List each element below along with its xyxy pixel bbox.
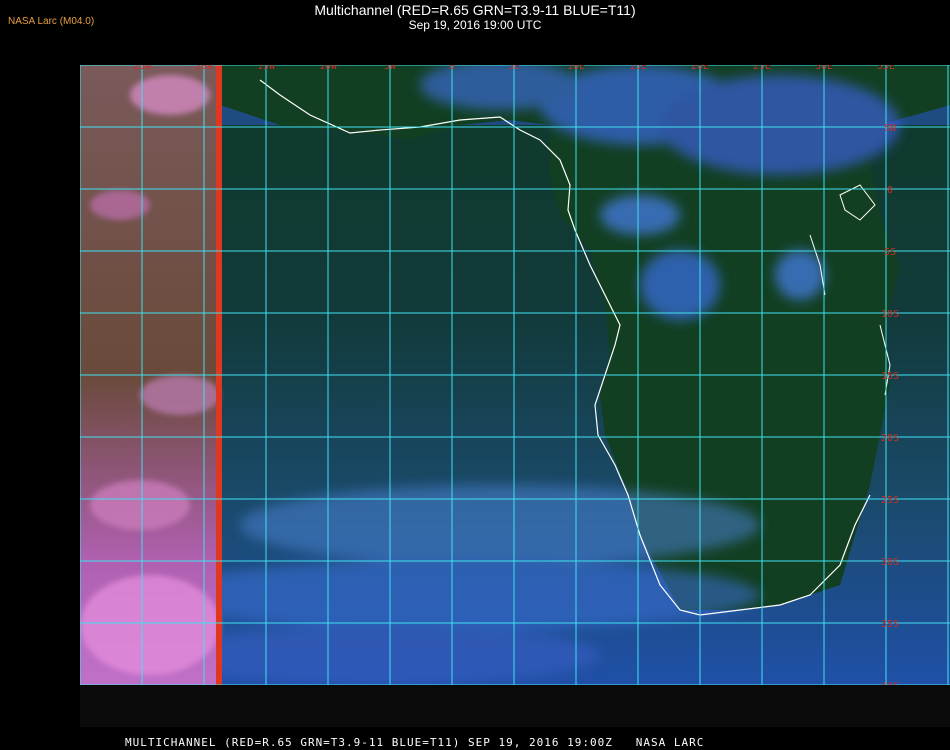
latitude-label: 5S [884, 247, 896, 258]
image-title: Multichannel (RED=R.65 GRN=T3.9-11 BLUE=… [314, 2, 636, 18]
longitude-label: 0 [449, 65, 455, 72]
longitude-label: 30E [815, 65, 833, 72]
latitude-label: 0 [887, 185, 893, 196]
longitude-label: 10E [567, 65, 585, 72]
longitude-label: 5E [508, 65, 520, 72]
longitude-label: 10W [319, 65, 338, 72]
latitude-label: 10S [881, 309, 899, 320]
longitude-label: 20E [691, 65, 709, 72]
longitude-label: 20W [195, 65, 214, 72]
longitude-label: 15W [257, 65, 276, 72]
latitude-label: 35S [881, 619, 899, 630]
latitude-label: 20S [881, 433, 899, 444]
longitude-label: 15E [629, 65, 647, 72]
longitude-label: 25W [133, 65, 152, 72]
footer-caption: MULTICHANNEL (RED=R.65 GRN=T3.9-11 BLUE=… [125, 736, 705, 749]
satellite-map: 25W 20W 15W 10W 5W 0 5E 10E 15E 20E 25E 30E 35E 5N 0 5… [80, 65, 950, 685]
longitude-label: 35E [877, 65, 895, 72]
bottom-blank-area [80, 685, 950, 727]
satellite-image: 25W 20W 15W 10W 5W 0 5E 10E 15E 20E 25E 30E 35E 5N 0 5… [80, 65, 950, 685]
image-timestamp: Sep 19, 2016 19:00 UTC [408, 18, 542, 32]
latitude-label: 30S [881, 557, 899, 568]
longitude-label: 5W [384, 65, 397, 72]
longitude-label: 25E [753, 65, 771, 72]
latitude-label: 15S [881, 371, 899, 382]
latitude-label: 5N [884, 123, 896, 134]
latitude-label: 25S [881, 495, 899, 506]
